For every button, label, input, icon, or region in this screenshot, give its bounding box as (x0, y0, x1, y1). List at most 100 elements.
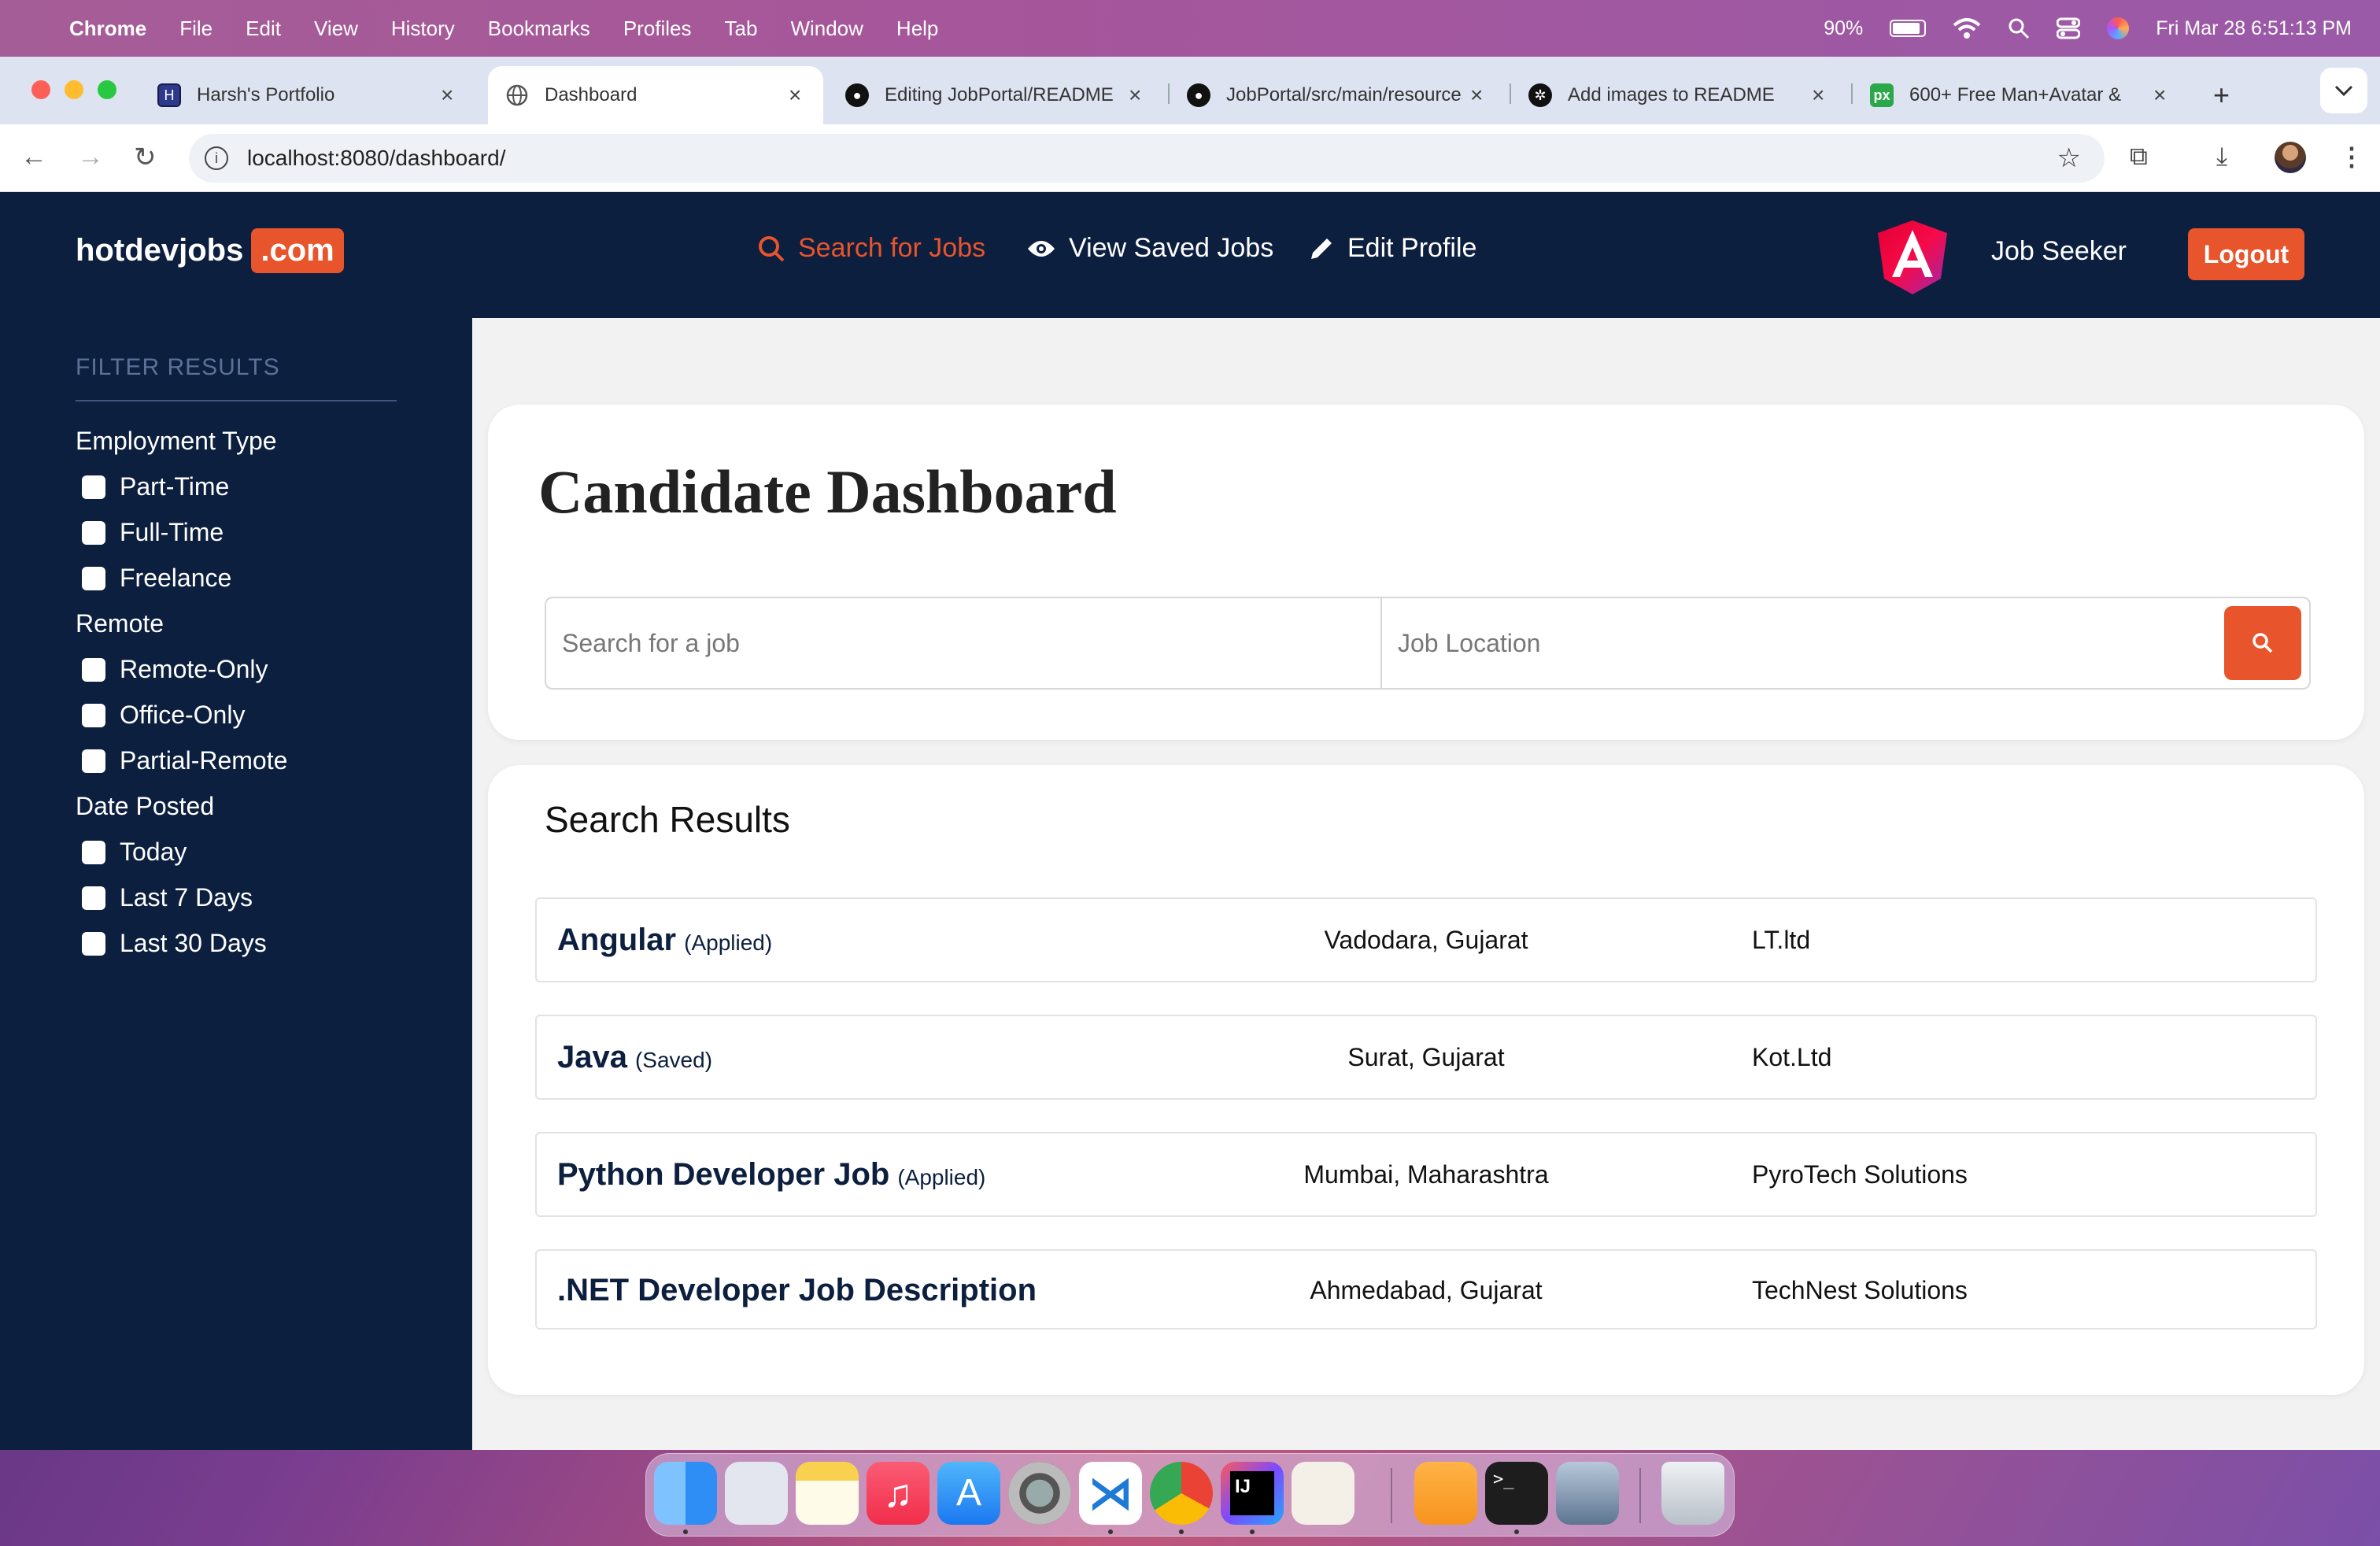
job-title-text: Java (557, 1040, 627, 1074)
job-title[interactable]: Angular (Applied) (557, 923, 772, 958)
more-menu-icon[interactable]: ⋮ (2339, 142, 2364, 172)
finder-icon[interactable] (654, 1462, 717, 1525)
tab-editing-readme[interactable]: ● Editing JobPortal/README × (828, 66, 1162, 124)
close-tab-icon[interactable]: × (1812, 83, 1824, 108)
url-text[interactable]: localhost:8080/dashboard/ (247, 146, 505, 171)
tab-portfolio[interactable]: H Harsh's Portfolio × (140, 66, 474, 124)
launchpad-icon[interactable] (725, 1462, 788, 1525)
siri-icon[interactable] (2107, 17, 2130, 39)
tab-add-images[interactable]: ✲ Add images to README × (1511, 66, 1845, 124)
job-row[interactable]: Java (Saved) Surat, Gujarat Kot.Ltd (535, 1015, 2317, 1100)
battery-icon[interactable] (1890, 20, 1927, 37)
control-center-icon[interactable] (2057, 17, 2081, 39)
minimize-window-button[interactable] (65, 80, 83, 99)
close-tab-icon[interactable]: × (789, 83, 801, 108)
job-location: Mumbai, Maharashtra (1303, 1160, 1549, 1189)
forward-arrow-icon[interactable]: → (77, 142, 104, 172)
app-store-icon[interactable]: A (937, 1462, 1000, 1525)
vscode-icon[interactable]: ⋊ (1079, 1462, 1142, 1525)
menu-history[interactable]: History (391, 17, 455, 41)
checkbox[interactable] (82, 475, 105, 499)
address-bar[interactable]: i localhost:8080/dashboard/ ☆ (189, 134, 2105, 183)
running-indicator (1108, 1529, 1113, 1534)
tab-dashboard[interactable]: Dashboard × (488, 66, 823, 124)
intellij-icon[interactable]: IJ (1221, 1462, 1284, 1525)
checkbox[interactable] (82, 566, 105, 590)
menu-file[interactable]: File (179, 17, 213, 41)
profile-avatar[interactable] (2275, 142, 2306, 173)
extensions-icon[interactable]: ⧉ (2130, 142, 2148, 172)
job-search-input[interactable] (546, 598, 1379, 688)
remote-heading: Remote (76, 609, 164, 638)
close-tab-icon[interactable]: × (441, 83, 453, 108)
checkbox[interactable] (82, 886, 105, 910)
checkbox[interactable] (82, 703, 105, 727)
back-arrow-icon[interactable]: ← (20, 142, 47, 172)
filter-freelance[interactable]: Freelance (82, 564, 231, 593)
bookmark-star-icon[interactable]: ☆ (2057, 142, 2081, 174)
close-window-button[interactable] (31, 80, 50, 99)
menu-tab[interactable]: Tab (725, 17, 758, 41)
music-icon[interactable]: ♫ (867, 1462, 929, 1525)
results-title: Search Results (545, 799, 790, 840)
search-button[interactable] (2224, 606, 2301, 680)
menu-profiles[interactable]: Profiles (623, 17, 692, 41)
pages-icon[interactable] (1414, 1462, 1477, 1525)
nav-edit-profile[interactable]: Edit Profile (1308, 233, 1476, 264)
checkbox[interactable] (82, 840, 105, 864)
terminal-icon[interactable]: >_ (1485, 1462, 1548, 1525)
tab-pixabay[interactable]: px 600+ Free Man+Avatar & × (1853, 66, 2186, 124)
tab-resources[interactable]: ● JobPortal/src/main/resources × (1170, 66, 1503, 124)
checkbox[interactable] (82, 931, 105, 956)
system-settings-icon[interactable] (1008, 1462, 1071, 1525)
checkbox[interactable] (82, 657, 105, 682)
trash-icon[interactable] (1661, 1462, 1724, 1525)
close-tab-icon[interactable]: × (1470, 83, 1483, 108)
job-row[interactable]: .NET Developer Job Description Ahmedabad… (535, 1249, 2317, 1330)
reload-icon[interactable]: ↻ (134, 142, 157, 173)
wifi-icon[interactable] (1953, 17, 1981, 39)
job-title[interactable]: Python Developer Job (Applied) (557, 1157, 985, 1193)
app-menu-chrome[interactable]: Chrome (69, 17, 146, 41)
new-tab-button[interactable]: + (2196, 66, 2243, 124)
filter-last-7-days[interactable]: Last 7 Days (82, 883, 253, 912)
filter-today[interactable]: Today (82, 838, 187, 867)
spotlight-search-icon[interactable] (2008, 17, 2030, 39)
nav-saved-jobs[interactable]: View Saved Jobs (1026, 233, 1273, 264)
menu-help[interactable]: Help (896, 17, 938, 41)
tab-title: JobPortal/src/main/resources (1226, 84, 1462, 105)
close-tab-icon[interactable]: × (1129, 83, 1141, 108)
menu-bookmarks[interactable]: Bookmarks (488, 17, 590, 41)
nav-search-jobs[interactable]: Search for Jobs (757, 233, 985, 264)
zoom-window-button[interactable] (98, 80, 116, 99)
tab-search-button[interactable] (2320, 68, 2367, 113)
chrome-icon[interactable] (1150, 1462, 1213, 1525)
filter-last-30-days[interactable]: Last 30 Days (82, 929, 267, 958)
job-location-input[interactable] (1382, 598, 2216, 688)
job-row[interactable]: Angular (Applied) Vadodara, Gujarat LT.lt… (535, 897, 2317, 982)
preview-icon[interactable] (1556, 1462, 1619, 1525)
site-logo[interactable]: hotdevjobs .com (76, 228, 344, 273)
filter-office-only[interactable]: Office-Only (82, 701, 245, 730)
download-icon[interactable]: ⤓ (2216, 142, 2227, 172)
notes-icon[interactable] (796, 1462, 859, 1525)
menu-view[interactable]: View (314, 17, 358, 41)
job-row[interactable]: Python Developer Job (Applied) Mumbai, Ma… (535, 1132, 2317, 1217)
filter-remote-only[interactable]: Remote-Only (82, 655, 268, 684)
site-info-icon[interactable]: i (205, 146, 228, 170)
menubar-clock[interactable]: Fri Mar 28 6:51:13 PM (2156, 17, 2352, 40)
menu-window[interactable]: Window (790, 17, 863, 41)
job-title[interactable]: Java (Saved) (557, 1040, 712, 1075)
checkbox[interactable] (82, 520, 105, 545)
menu-edit[interactable]: Edit (246, 17, 281, 41)
job-title[interactable]: .NET Developer Job Description (557, 1273, 1044, 1308)
site-navbar: hotdevjobs .com Search for Jobs View Sav… (0, 192, 2380, 318)
checkbox[interactable] (82, 749, 105, 773)
logout-button[interactable]: Logout (2188, 228, 2304, 280)
filter-full-time[interactable]: Full-Time (82, 518, 224, 547)
filter-partial-remote[interactable]: Partial-Remote (82, 746, 287, 775)
filter-part-time[interactable]: Part-Time (82, 472, 229, 501)
close-tab-icon[interactable]: × (2153, 83, 2166, 108)
angular-logo-icon[interactable] (1878, 220, 1947, 294)
pgadmin-icon[interactable] (1292, 1462, 1354, 1525)
